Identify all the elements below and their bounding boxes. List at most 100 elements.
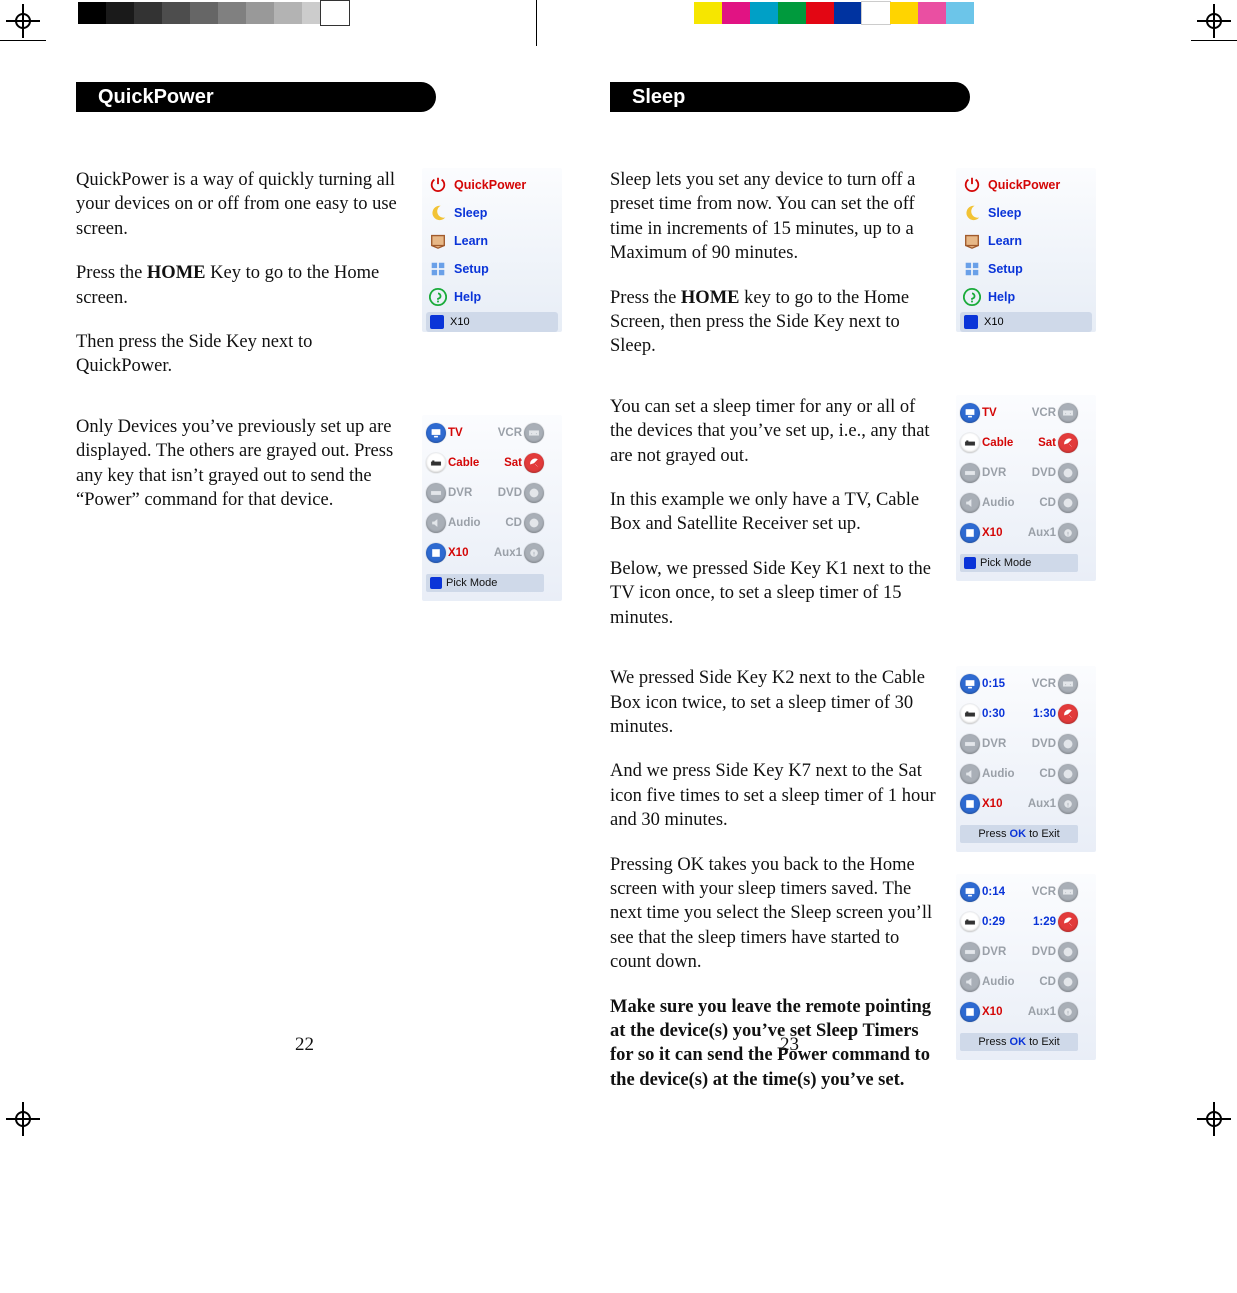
device-label: CD: [1020, 497, 1056, 509]
device-label: VCR: [1020, 678, 1056, 690]
register-mark-icon: [8, 1104, 38, 1134]
left-column: QuickPower QuickPower is a way of quickl…: [76, 82, 562, 1128]
text-block: We pressed Side Key K2 next to the Cable…: [610, 666, 942, 1092]
device-label: DVR: [982, 946, 1018, 958]
grayscale-strip: [78, 2, 330, 24]
menu-item-sleep: Sleep: [426, 200, 558, 226]
screenshot-stack: TVVCRCableSatDVRDVDAudioCDX10Aux1Pick Mo…: [956, 395, 1096, 630]
x10-mini-icon: [964, 315, 978, 329]
help-icon: [962, 287, 982, 307]
register-mark-icon: [1199, 6, 1229, 36]
device-label: 1:30: [1020, 708, 1056, 720]
screenshot-stack: TVVCRCableSatDVRDVDAudioCDX10Aux1Pick Mo…: [422, 415, 562, 601]
swatch: [890, 2, 918, 24]
swatch: [722, 2, 750, 24]
device-label: Audio: [982, 497, 1018, 509]
menu-label: Sleep: [454, 206, 487, 220]
body-paragraph: Below, we pressed Side Key K1 next to th…: [610, 557, 942, 630]
right-column: Sleep Sleep lets you set any device to t…: [610, 82, 1096, 1128]
swatch: [246, 2, 274, 24]
learn-icon: [428, 231, 448, 251]
device-label: VCR: [1020, 886, 1056, 898]
aux-icon: [1058, 1002, 1078, 1022]
device-label: 0:14: [982, 886, 1018, 898]
page-number-left: 22: [295, 1034, 314, 1056]
device-label: CD: [1020, 768, 1056, 780]
dvd-icon: [1058, 463, 1078, 483]
device-label: X10: [982, 1006, 1018, 1018]
swatch: [806, 2, 834, 24]
menu-footer-label: X10: [984, 316, 1004, 328]
grid-footer: Pick Mode: [426, 574, 544, 592]
menu-item-help: Help: [426, 284, 558, 310]
sat-icon: [1058, 912, 1078, 932]
swatch: [918, 2, 946, 24]
device-label: DVR: [982, 738, 1018, 750]
register-mark-icon: [1199, 1104, 1229, 1134]
swatch: [694, 2, 722, 24]
device-label: 0:30: [982, 708, 1018, 720]
power-icon: [428, 175, 448, 195]
dvr-icon: [426, 483, 446, 503]
aux-icon: [524, 543, 544, 563]
dvr-icon: [960, 942, 980, 962]
device-label: 0:15: [982, 678, 1018, 690]
menu-footer: X10: [426, 312, 558, 332]
tv-icon: [960, 403, 980, 423]
swatch: [218, 2, 246, 24]
vcr-icon: [1058, 403, 1078, 423]
cable-icon: [960, 433, 980, 453]
home-menu-screenshot: QuickPowerSleepLearnSetupHelpX10: [956, 168, 1096, 332]
menu-label: Setup: [988, 262, 1023, 276]
device-grid-screenshot: TVVCRCableSatDVRDVDAudioCDX10Aux1Pick Mo…: [422, 415, 562, 601]
right-blocks: Sleep lets you set any device to turn of…: [610, 168, 1096, 1092]
device-label: VCR: [486, 427, 522, 439]
device-label: Aux1: [1020, 1006, 1056, 1018]
content-row: Sleep lets you set any device to turn of…: [610, 168, 1096, 359]
device-label: 1:29: [1020, 916, 1056, 928]
device-label: 0:29: [982, 916, 1018, 928]
mode-icon: [430, 577, 442, 589]
dvr-icon: [960, 463, 980, 483]
menu-label: Help: [454, 290, 481, 304]
section-heading-quickpower: QuickPower: [76, 82, 436, 112]
swatch: [106, 2, 134, 24]
register-mark-icon: [8, 6, 38, 36]
device-label: CD: [1020, 976, 1056, 988]
crop-mark: [1191, 40, 1237, 41]
menu-item-help: Help: [960, 284, 1092, 310]
dvr-icon: [960, 734, 980, 754]
audio-icon: [960, 493, 980, 513]
content-row: Only Devices you’ve previously set up ar…: [76, 415, 562, 601]
x10-icon: [426, 543, 446, 563]
grid-footer-text: Press OK to Exit: [978, 828, 1059, 840]
x10-icon: [960, 523, 980, 543]
section-heading-sleep: Sleep: [610, 82, 970, 112]
menu-label: Learn: [988, 234, 1022, 248]
swatch: [862, 2, 890, 24]
page-number-right: 23: [780, 1034, 799, 1056]
aux-icon: [1058, 523, 1078, 543]
body-paragraph: And we press Side Key K7 next to the Sat…: [610, 759, 942, 832]
body-paragraph: Press the HOME Key to go to the Home scr…: [76, 261, 408, 310]
tv-icon: [960, 674, 980, 694]
screenshot-stack: QuickPowerSleepLearnSetupHelpX10: [422, 168, 562, 379]
help-icon: [428, 287, 448, 307]
grid-footer-text: Press OK to Exit: [978, 1036, 1059, 1048]
text-block: Sleep lets you set any device to turn of…: [610, 168, 942, 359]
device-label: Aux1: [486, 547, 522, 559]
tv-icon: [960, 882, 980, 902]
device-label: Audio: [448, 517, 484, 529]
moon-icon: [962, 203, 982, 223]
audio-icon: [960, 972, 980, 992]
dvd-icon: [1058, 734, 1078, 754]
swatch: [750, 2, 778, 24]
menu-item-setup: Setup: [426, 256, 558, 282]
swatch: [162, 2, 190, 24]
content-row: You can set a sleep timer for any or all…: [610, 395, 1096, 630]
swatch: [78, 2, 106, 24]
cd-icon: [1058, 972, 1078, 992]
text-block: You can set a sleep timer for any or all…: [610, 395, 942, 630]
device-label: Audio: [982, 976, 1018, 988]
device-label: Aux1: [1020, 527, 1056, 539]
